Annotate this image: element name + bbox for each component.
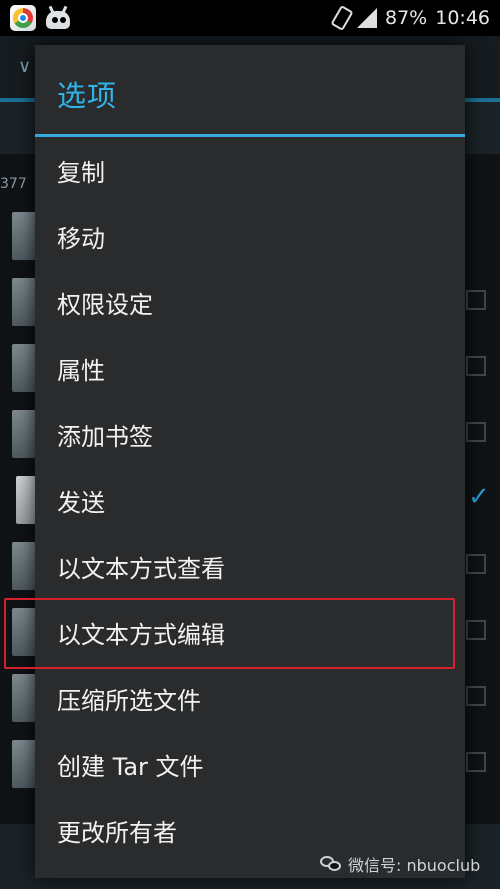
watermark-text: 微信号: nbuoclub bbox=[348, 856, 481, 875]
checkbox[interactable] bbox=[466, 620, 486, 640]
menu-item-view-as-text[interactable]: 以文本方式查看 bbox=[35, 533, 465, 599]
menu-item-compress[interactable]: 压缩所选文件 bbox=[35, 665, 465, 731]
rotate-icon bbox=[330, 4, 354, 32]
system-icons: 87% 10:46 bbox=[330, 4, 500, 32]
watermark: 微信号: nbuoclub bbox=[320, 852, 480, 876]
checkbox[interactable] bbox=[466, 686, 486, 706]
menu-item-create-tar[interactable]: 创建 Tar 文件 bbox=[35, 731, 465, 797]
options-dialog: 选项 复制 移动 权限设定 属性 添加书签 发送 以文本方式查看 以文本方式编辑… bbox=[35, 45, 465, 878]
checkbox-checked[interactable] bbox=[466, 482, 490, 512]
menu-item-permissions[interactable]: 权限设定 bbox=[35, 269, 465, 335]
robot-icon bbox=[44, 5, 72, 30]
battery-percent: 87% bbox=[385, 7, 428, 29]
signal-icon bbox=[357, 8, 377, 28]
menu-item-copy[interactable]: 复制 bbox=[35, 137, 465, 203]
wechat-icon bbox=[320, 855, 342, 873]
notification-icons bbox=[0, 5, 72, 31]
app-notification-icon bbox=[10, 5, 36, 31]
checkbox[interactable] bbox=[466, 752, 486, 772]
menu-item-properties[interactable]: 属性 bbox=[35, 335, 465, 401]
options-menu: 复制 移动 权限设定 属性 添加书签 发送 以文本方式查看 以文本方式编辑 压缩… bbox=[35, 137, 465, 863]
status-bar: 87% 10:46 bbox=[0, 0, 500, 36]
menu-item-send[interactable]: 发送 bbox=[35, 467, 465, 533]
highlight-box bbox=[4, 598, 455, 669]
checkbox[interactable] bbox=[466, 422, 486, 442]
chevron-down-icon: ∨ bbox=[18, 56, 32, 77]
dialog-title: 选项 bbox=[57, 79, 118, 113]
menu-item-move[interactable]: 移动 bbox=[35, 203, 465, 269]
checkbox[interactable] bbox=[466, 356, 486, 376]
checkbox[interactable] bbox=[466, 290, 486, 310]
checkbox[interactable] bbox=[466, 554, 486, 574]
background-path: 377 bbox=[0, 176, 27, 192]
clock: 10:46 bbox=[435, 7, 490, 29]
menu-item-add-bookmark[interactable]: 添加书签 bbox=[35, 401, 465, 467]
